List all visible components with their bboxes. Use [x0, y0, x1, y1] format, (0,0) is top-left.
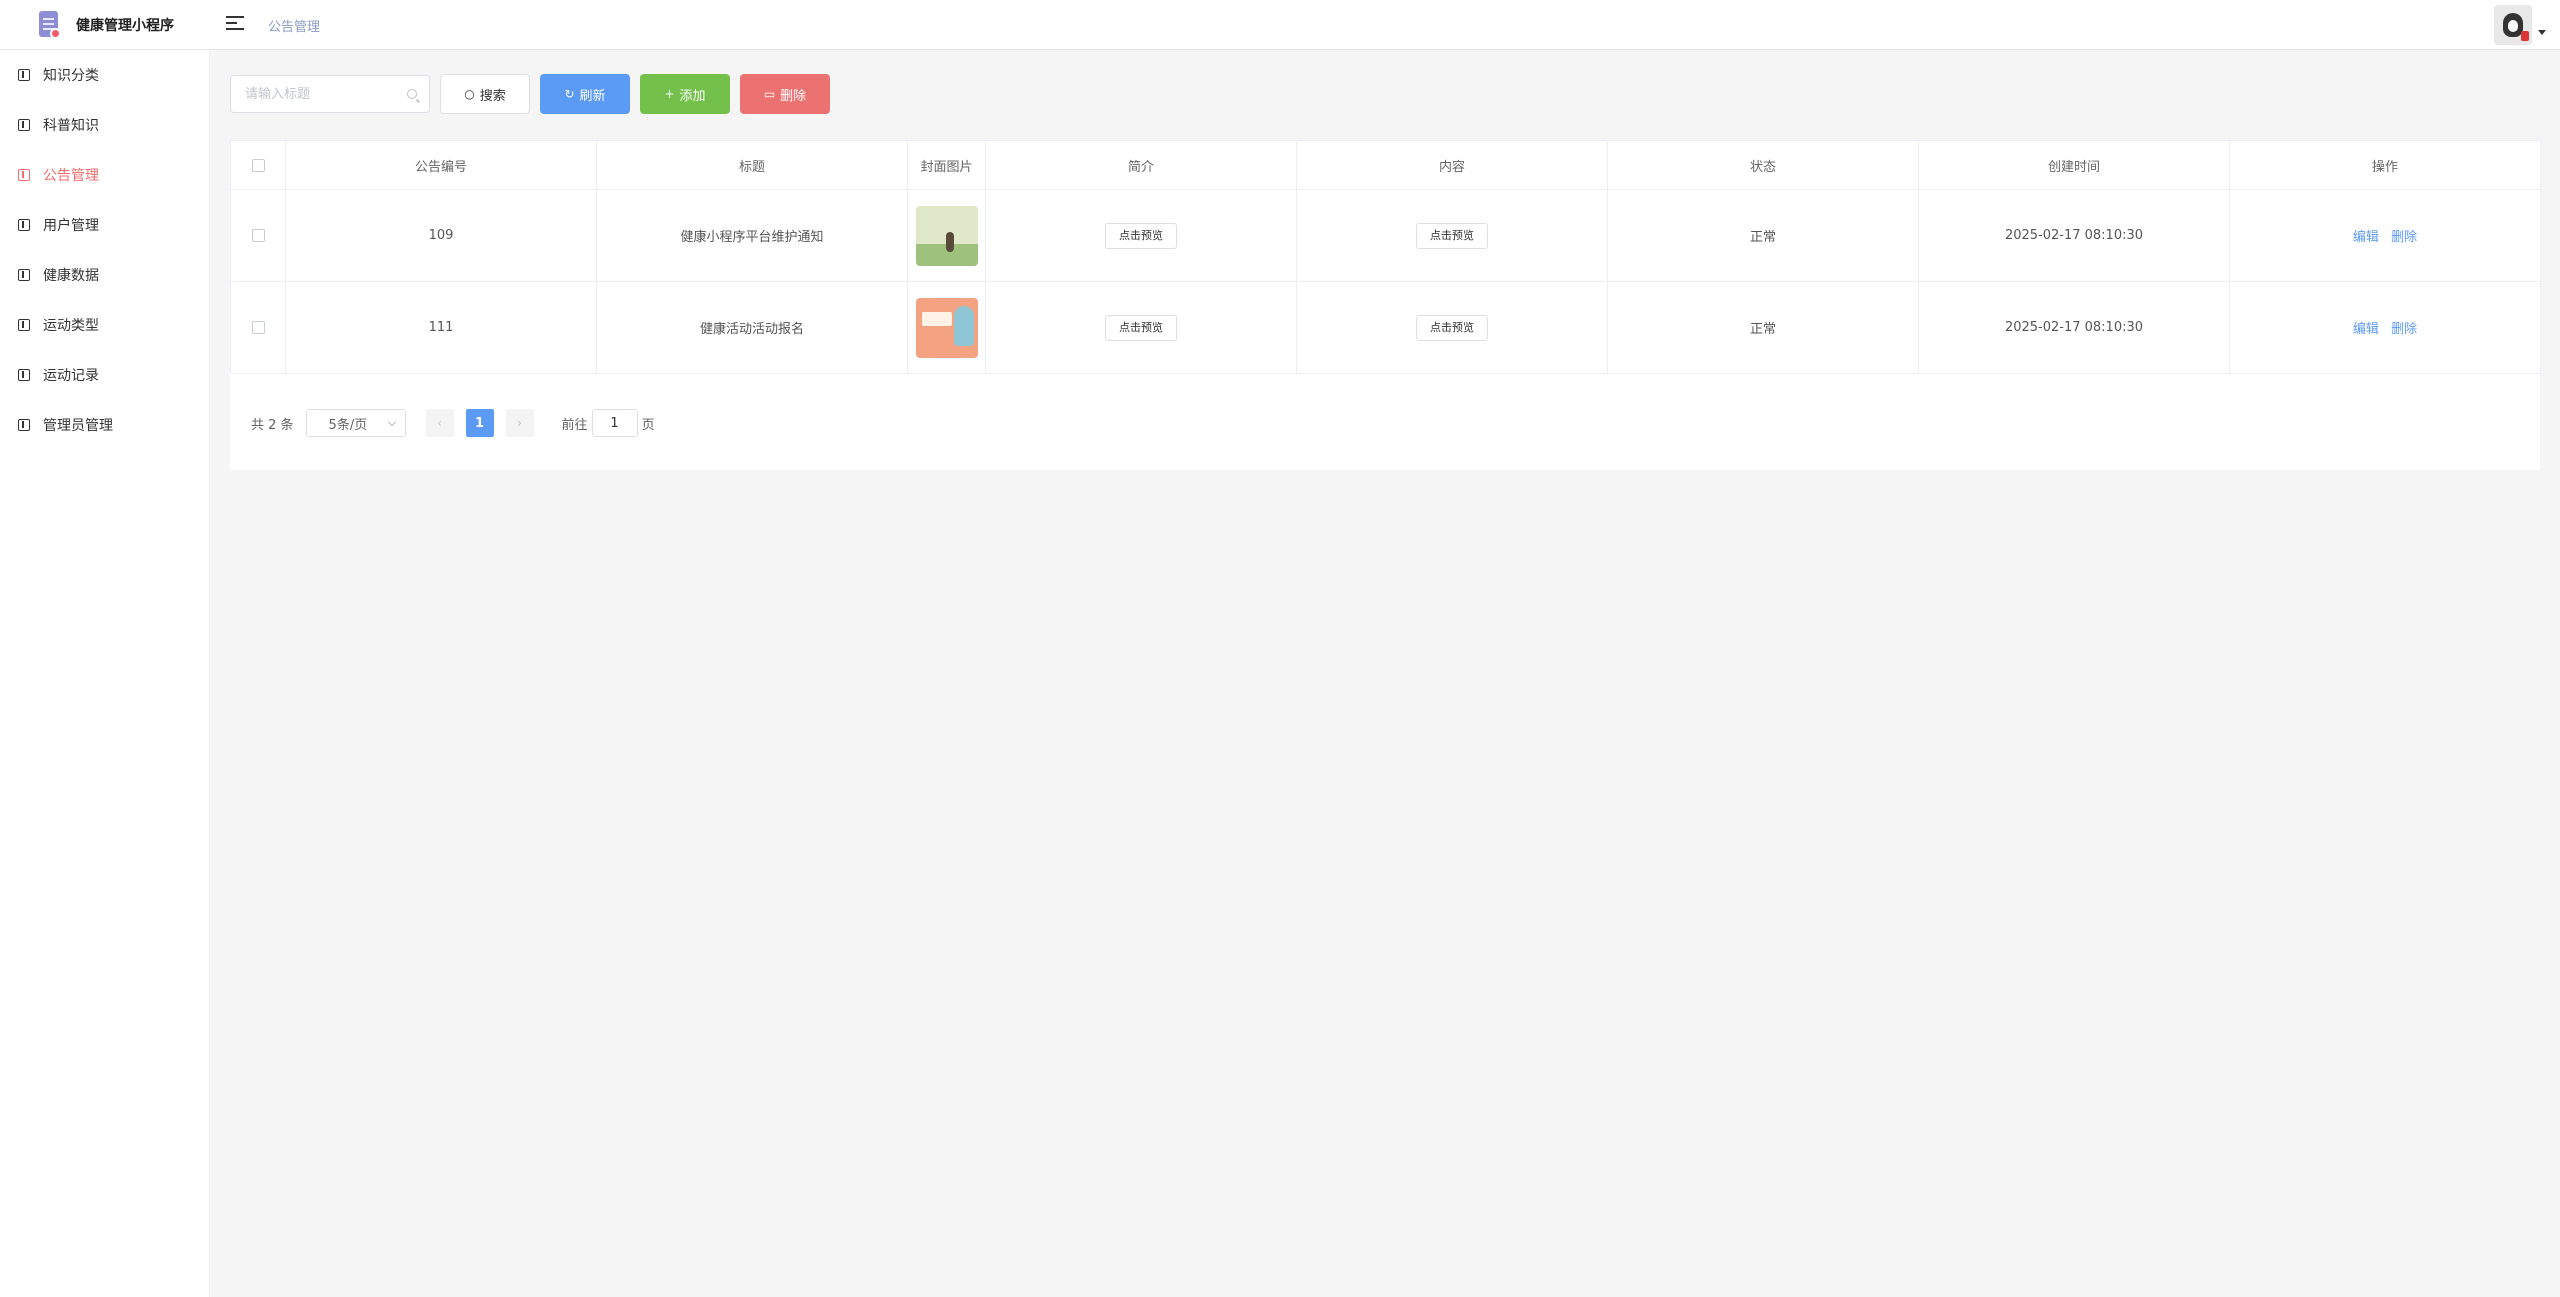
summary-preview-button[interactable]: 点击预览	[1105, 222, 1177, 249]
notebook-icon	[18, 319, 30, 331]
brand: 健康管理小程序	[34, 8, 174, 42]
sidebar-item-label: 科普知识	[43, 118, 99, 134]
cell-id: 111	[285, 281, 597, 374]
avatar[interactable]	[2494, 5, 2532, 45]
cell-status: 正常	[1607, 189, 1919, 282]
app-title: 健康管理小程序	[76, 18, 174, 34]
sidebar-item-exercise-types[interactable]: 运动类型	[0, 300, 209, 350]
column-header-summary: 简介	[985, 140, 1297, 190]
content-preview-button[interactable]: 点击预览	[1416, 314, 1488, 341]
page-size-select[interactable]: 5条/页	[305, 409, 406, 437]
book-open-icon	[18, 269, 30, 281]
cell-status: 正常	[1607, 281, 1919, 374]
sliders-icon	[18, 219, 30, 231]
table-panel: 公告编号 标题 封面图片 简介 内容 状态 创建时间 操作 109 健康小程序平…	[230, 140, 2541, 470]
page-size-value: 5条/页	[328, 417, 368, 433]
main-content: ○ 搜索 ↻ 刷新 + 添加 ▭ 删除 公告编号 标题	[230, 74, 2541, 470]
cell-title: 健康小程序平台维护通知	[596, 189, 908, 282]
delete-button-label: 删除	[780, 88, 807, 104]
sidebar-item-label: 健康数据	[43, 268, 99, 284]
list-icon	[18, 369, 30, 381]
pagination-total: 共 2 条	[251, 417, 294, 433]
sidebar-item-announcements[interactable]: 公告管理	[0, 150, 209, 200]
summary-preview-button[interactable]: 点击预览	[1105, 314, 1177, 341]
announcement-table: 公告编号 标题 封面图片 简介 内容 状态 创建时间 操作 109 健康小程序平…	[230, 140, 2541, 374]
chevron-right-icon: ›	[517, 416, 522, 430]
column-header-title: 标题	[596, 140, 908, 190]
table-row: 111 健康活动活动报名 点击预览 点击预览 正常 2025-02-17 08:…	[230, 281, 2541, 374]
delete-link[interactable]: 删除	[2391, 322, 2417, 337]
sidebar-item-label: 知识分类	[43, 68, 99, 84]
caret-down-icon[interactable]	[2538, 30, 2546, 35]
edit-link[interactable]: 编辑	[2353, 322, 2379, 337]
sidebar-item-label: 运动类型	[43, 318, 99, 334]
chevron-down-icon	[387, 417, 396, 427]
table-row: 109 健康小程序平台维护通知 点击预览 点击预览 正常 2025-02-17 …	[230, 189, 2541, 282]
goto-page-input[interactable]	[591, 409, 638, 437]
goto-label: 前往	[561, 417, 588, 433]
toolbar: ○ 搜索 ↻ 刷新 + 添加 ▭ 删除	[230, 74, 2540, 114]
content-preview-button[interactable]: 点击预览	[1416, 222, 1488, 249]
refresh-icon: ↻	[564, 87, 575, 101]
column-header-actions: 操作	[2229, 140, 2541, 190]
book-icon	[18, 69, 30, 81]
sidebar-item-label: 用户管理	[43, 218, 99, 234]
delete-link[interactable]: 删除	[2391, 230, 2417, 245]
page-number-current[interactable]: 1	[465, 409, 494, 437]
briefcase-icon	[18, 169, 30, 181]
cell-title: 健康活动活动报名	[596, 281, 908, 374]
delete-button[interactable]: ▭ 删除	[740, 74, 830, 114]
sidebar-item-knowledge-category[interactable]: 知识分类	[0, 50, 209, 100]
sidebar: 知识分类 科普知识 公告管理 用户管理 健康数据 运动类型 运动记录 管理员管理	[0, 50, 210, 1297]
add-button-label: 添加	[679, 88, 706, 104]
tablet-icon	[18, 419, 30, 431]
search-icon: ○	[464, 87, 475, 101]
column-header-status: 状态	[1607, 140, 1919, 190]
add-button[interactable]: + 添加	[640, 74, 730, 114]
cover-image[interactable]	[915, 297, 978, 358]
row-checkbox[interactable]	[251, 229, 265, 242]
sidebar-item-health-data[interactable]: 健康数据	[0, 250, 209, 300]
column-header-id: 公告编号	[285, 140, 597, 190]
row-checkbox[interactable]	[251, 321, 265, 334]
page-unit-label: 页	[641, 417, 655, 433]
sidebar-item-science-knowledge[interactable]: 科普知识	[0, 100, 209, 150]
top-header: 健康管理小程序 公告管理	[0, 0, 2560, 50]
sidebar-item-label: 公告管理	[43, 168, 99, 184]
book-open-icon	[18, 119, 30, 131]
search-button-label: 搜索	[479, 88, 506, 104]
sidebar-item-label: 运动记录	[43, 368, 99, 384]
menu-toggle-icon[interactable]	[226, 16, 244, 32]
search-input[interactable]	[231, 76, 391, 112]
search-icon	[407, 89, 417, 99]
column-header-content: 内容	[1296, 140, 1608, 190]
sidebar-item-exercise-records[interactable]: 运动记录	[0, 350, 209, 400]
cell-created: 2025-02-17 08:10:30	[1918, 281, 2230, 374]
refresh-button-label: 刷新	[579, 88, 606, 104]
plus-icon: +	[664, 87, 675, 101]
sidebar-item-admins[interactable]: 管理员管理	[0, 400, 209, 450]
column-header-created: 创建时间	[1918, 140, 2230, 190]
edit-link[interactable]: 编辑	[2353, 230, 2379, 245]
breadcrumb[interactable]: 公告管理	[268, 16, 320, 35]
search-button[interactable]: ○ 搜索	[440, 74, 530, 114]
pagination: 共 2 条 5条/页 ‹ 1 › 前往 页	[251, 408, 2540, 438]
app-logo-icon	[34, 9, 64, 41]
sidebar-item-label: 管理员管理	[43, 418, 113, 434]
cover-image[interactable]	[915, 205, 978, 266]
select-all-checkbox[interactable]	[251, 158, 265, 172]
cell-created: 2025-02-17 08:10:30	[1918, 189, 2230, 282]
column-header-cover: 封面图片	[907, 140, 986, 190]
cell-id: 109	[285, 189, 597, 282]
chevron-left-icon: ‹	[437, 416, 442, 430]
prev-page-button[interactable]: ‹	[425, 409, 454, 437]
folder-delete-icon: ▭	[763, 87, 776, 101]
sidebar-item-users[interactable]: 用户管理	[0, 200, 209, 250]
table-header-row: 公告编号 标题 封面图片 简介 内容 状态 创建时间 操作	[230, 140, 2541, 190]
next-page-button[interactable]: ›	[505, 409, 534, 437]
search-box[interactable]	[230, 75, 430, 113]
refresh-button[interactable]: ↻ 刷新	[540, 74, 630, 114]
